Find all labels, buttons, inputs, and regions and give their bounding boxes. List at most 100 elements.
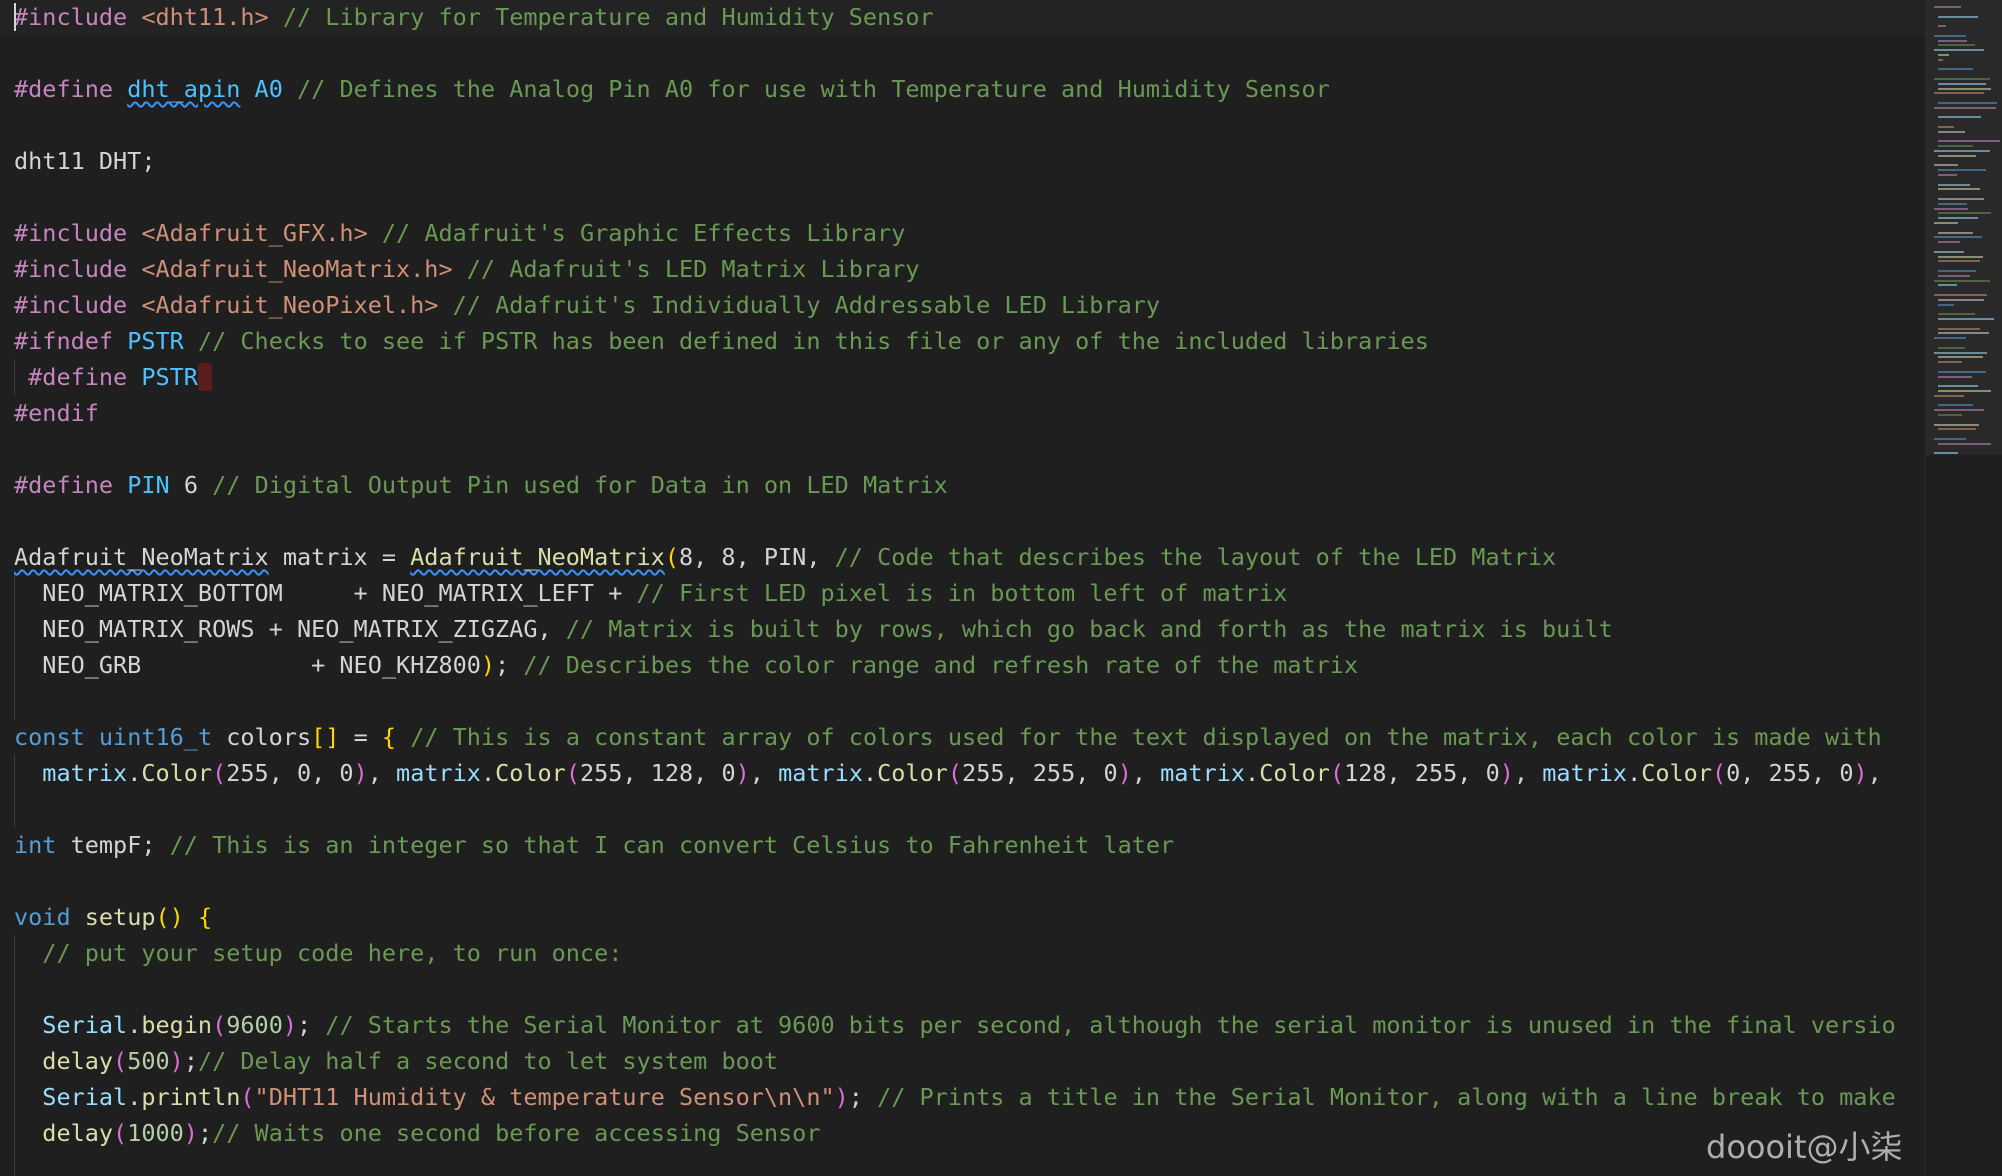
code-token: // This is an integer so that I can conv… [169,831,1175,859]
code-line[interactable]: delay(1000);// Waits one second before a… [0,1115,1925,1151]
code-token: PSTR [127,327,184,355]
code-token: 255, 255, 0 [962,759,1118,787]
code-token: ( [212,1011,227,1039]
minimap-line [1938,370,1986,373]
code-token: [] [311,723,340,751]
code-token: // Matrix is built by rows, which go bac… [565,615,1613,643]
code-token: const [14,723,85,751]
minimap-line [1934,438,1966,440]
minimap-line [1938,68,1974,71]
code-line[interactable]: #define dht_apin A0 // Defines the Analo… [0,71,1925,107]
code-line[interactable] [0,1151,1925,1176]
code-line[interactable]: matrix.Color(255, 0, 0), matrix.Color(25… [0,755,1925,791]
code-line[interactable]: Serial.begin(9600); // Starts the Serial… [0,1007,1925,1043]
code-token: Color [141,759,213,787]
code-line[interactable] [0,791,1925,827]
code-token: // Defines the Analog Pin A0 for use wit… [297,75,1330,103]
code-line[interactable] [0,863,1925,899]
code-token: #define [14,471,114,499]
code-line[interactable]: #define PIN 6 // Digital Output Pin used… [0,467,1925,503]
minimap-line [1938,318,1994,320]
minimap[interactable] [1925,0,2002,1176]
code-line[interactable]: int tempF; // This is an integer so that… [0,827,1925,863]
code-line[interactable]: const uint16_t colors[] = { // This is a… [0,719,1925,755]
minimap-line [1938,174,1958,176]
code-line[interactable]: NEO_GRB + NEO_KHZ800); // Describes the … [0,647,1925,683]
code-line[interactable]: Serial.println("DHT11 Humidity & tempera… [0,1079,1925,1115]
code-line[interactable]: delay(500);// Delay half a second to let… [0,1043,1925,1079]
code-token: = [339,723,382,751]
code-line[interactable] [0,503,1925,539]
minimap-line [1934,34,1966,37]
code-token: // put your setup code here, to run once… [42,939,623,967]
code-line[interactable]: Adafruit_NeoMatrix matrix = Adafruit_Neo… [0,539,1925,575]
code-token: matrix = [268,543,411,571]
code-token: ( [212,759,227,787]
code-token: #include [14,291,128,319]
code-line[interactable] [0,35,1925,71]
code-area[interactable]: #include <dht11.h> // Library for Temper… [0,0,1925,1176]
minimap-line [1934,207,1968,210]
minimap-line [1938,25,1946,28]
minimap-line [1934,49,1984,52]
code-line[interactable]: #include <Adafruit_GFX.h> // Adafruit's … [0,215,1925,251]
minimap-line [1938,15,1978,18]
code-token: . [127,1011,142,1039]
minimap-line [1938,390,1991,392]
code-line[interactable] [0,683,1925,719]
code-line[interactable] [0,179,1925,215]
code-line[interactable]: void setup() { [0,899,1925,935]
minimap-line [1938,183,1970,186]
code-token: delay [42,1119,114,1147]
code-line[interactable]: #include <Adafruit_NeoPixel.h> // Adafru… [0,287,1925,323]
code-line[interactable]: NEO_MATRIX_BOTTOM + NEO_MATRIX_LEFT + //… [0,575,1925,611]
code-line[interactable] [0,971,1925,1007]
code-line[interactable] [0,431,1925,467]
code-token: ; [197,1119,213,1147]
minimap-line [1938,327,1980,330]
minimap-line [1934,222,1958,224]
code-token: // Prints a title in the Serial Monitor,… [877,1083,1896,1111]
code-token: Color [877,759,948,787]
code-line[interactable]: NEO_MATRIX_ROWS + NEO_MATRIX_ZIGZAG, // … [0,611,1925,647]
code-token: matrix [396,759,481,787]
code-line[interactable] [0,107,1925,143]
code-line[interactable]: #define PSTR [0,359,1925,395]
code-token: Adafruit_NeoMatrix [410,543,665,571]
code-token: , [1867,759,1882,787]
minimap-line [1938,145,1974,148]
code-token: #define [28,363,128,391]
code-token: { [381,723,397,751]
code-token: <dht11.h> [141,3,269,31]
minimap-line [1938,44,1975,47]
code-token: ( [565,759,580,787]
minimap-line [1938,284,1958,287]
code-editor[interactable]: #include <dht11.h> // Library for Temper… [0,0,2002,1176]
minimap-line [1934,452,1958,455]
code-line[interactable]: #include <dht11.h> // Library for Temper… [0,0,1925,35]
minimap-line [1938,188,1980,191]
code-line[interactable]: #include <Adafruit_NeoMatrix.h> // Adafr… [0,251,1925,287]
minimap-line [1938,154,1977,157]
code-token: #define [14,75,114,103]
minimap-line [1938,375,1972,378]
code-line[interactable]: // put your setup code here, to run once… [0,935,1925,971]
code-line[interactable]: #ifndef PSTR // Checks to see if PSTR ha… [0,323,1925,359]
code-line[interactable]: #endif [0,395,1925,431]
minimap-line [1934,337,1966,340]
code-token: . [1245,759,1260,787]
code-line[interactable]: dht11 DHT; [0,143,1925,179]
minimap-line [1938,303,1954,306]
indent-guide [14,575,15,719]
